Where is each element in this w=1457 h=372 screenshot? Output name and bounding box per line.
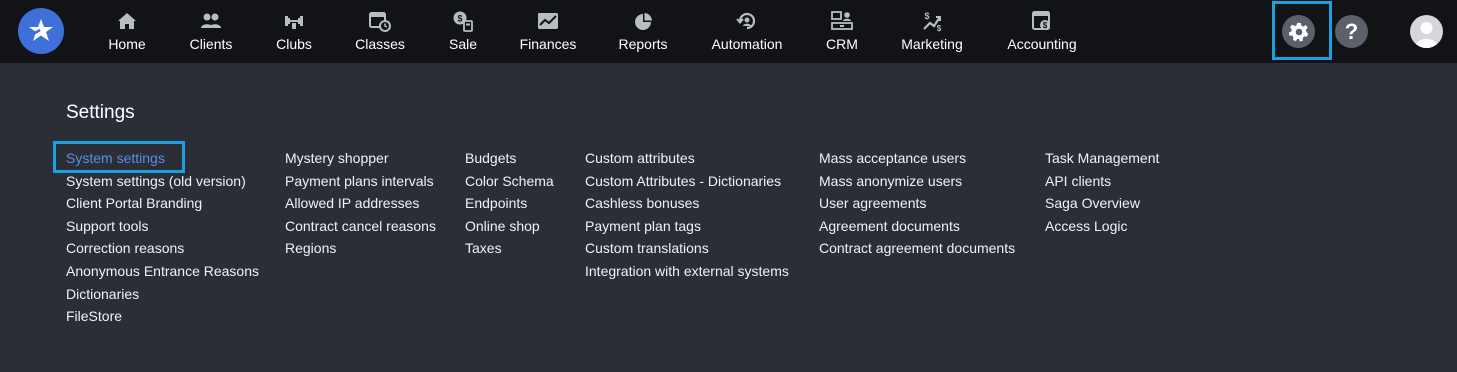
settings-link-mass-anonymize-users[interactable]: Mass anonymize users (819, 170, 1015, 193)
settings-link-online-shop[interactable]: Online shop (465, 215, 554, 238)
nav-item-automation[interactable]: Automation (710, 0, 784, 63)
settings-link-integration-external-systems[interactable]: Integration with external systems (585, 260, 789, 283)
settings-link-filestore[interactable]: FileStore (66, 305, 259, 328)
settings-link-task-management[interactable]: Task Management (1045, 147, 1159, 170)
settings-link-regions[interactable]: Regions (285, 237, 436, 260)
nav-label-crm: CRM (826, 36, 858, 52)
nav-label-finances: Finances (519, 36, 577, 52)
settings-link-custom-translations[interactable]: Custom translations (585, 237, 789, 260)
settings-link-client-portal-branding[interactable]: Client Portal Branding (66, 192, 259, 215)
settings-column-3: Budgets Color Schema Endpoints Online sh… (465, 147, 554, 260)
nav-item-classes[interactable]: Classes (355, 0, 405, 63)
home-icon (118, 13, 136, 29)
settings-title: Settings (66, 102, 135, 123)
settings-link-user-agreements[interactable]: User agreements (819, 192, 1015, 215)
settings-link-system-settings[interactable]: System settings (66, 147, 259, 170)
settings-link-mystery-shopper[interactable]: Mystery shopper (285, 147, 436, 170)
settings-link-payment-plans-intervals[interactable]: Payment plans intervals (285, 170, 436, 193)
app-logo-icon[interactable] (18, 8, 64, 54)
pie-chart-icon (635, 13, 652, 30)
settings-link-color-schema[interactable]: Color Schema (465, 170, 554, 193)
settings-link-access-logic[interactable]: Access Logic (1045, 215, 1159, 238)
clients-icon (201, 13, 221, 28)
nav-item-marketing[interactable]: $ $ Marketing (900, 0, 964, 63)
user-avatar-icon[interactable] (1410, 15, 1443, 48)
settings-link-agreement-documents[interactable]: Agreement documents (819, 215, 1015, 238)
nav-label-accounting: Accounting (1007, 36, 1077, 52)
settings-button[interactable] (1282, 15, 1315, 48)
nav-label-marketing: Marketing (901, 36, 963, 52)
settings-link-payment-plan-tags[interactable]: Payment plan tags (585, 215, 789, 238)
nav-label-home: Home (108, 36, 146, 52)
nav-label-automation: Automation (711, 36, 783, 52)
accounting-icon: $ (1032, 11, 1050, 30)
settings-column-4: Custom attributes Custom Attributes - Di… (585, 147, 789, 283)
clubs-icon (285, 16, 303, 29)
settings-link-custom-attributes[interactable]: Custom attributes (585, 147, 789, 170)
settings-column-2: Mystery shopper Payment plans intervals … (285, 147, 436, 260)
settings-column-6: Task Management API clients Saga Overvie… (1045, 147, 1159, 237)
help-icon: ? (1344, 18, 1359, 44)
nav-item-accounting[interactable]: $ Accounting (1006, 0, 1078, 63)
settings-link-allowed-ip-addresses[interactable]: Allowed IP addresses (285, 192, 436, 215)
settings-column-1: System settings System settings (old ver… (66, 147, 259, 328)
settings-link-correction-reasons[interactable]: Correction reasons (66, 237, 259, 260)
nav-item-crm[interactable]: CRM (826, 0, 858, 63)
settings-link-system-settings-old[interactable]: System settings (old version) (66, 170, 259, 193)
nav-label-reports: Reports (618, 36, 668, 52)
nav-item-finances[interactable]: Finances (519, 0, 577, 63)
nav-label-sale: Sale (448, 36, 478, 52)
nav-label-clubs: Clubs (276, 36, 312, 52)
help-button[interactable]: ? (1335, 15, 1368, 48)
svg-text:$: $ (937, 24, 942, 33)
sale-icon: $ (453, 11, 473, 32)
calendar-clock-icon (369, 12, 391, 32)
settings-column-5: Mass acceptance users Mass anonymize use… (819, 147, 1015, 260)
nav-item-home[interactable]: Home (106, 0, 148, 63)
settings-link-budgets[interactable]: Budgets (465, 147, 554, 170)
settings-link-cashless-bonuses[interactable]: Cashless bonuses (585, 192, 789, 215)
svg-text:$: $ (457, 14, 462, 24)
settings-link-contract-agreement-documents[interactable]: Contract agreement documents (819, 237, 1015, 260)
marketing-icon: $ $ (923, 11, 942, 33)
settings-link-contract-cancel-reasons[interactable]: Contract cancel reasons (285, 215, 436, 238)
settings-link-anonymous-entrance-reasons[interactable]: Anonymous Entrance Reasons (66, 260, 259, 283)
settings-link-dictionaries[interactable]: Dictionaries (66, 283, 259, 306)
settings-link-support-tools[interactable]: Support tools (66, 215, 259, 238)
gear-icon (1288, 22, 1308, 41)
nav-label-classes: Classes (355, 36, 405, 52)
svg-text:$: $ (1043, 21, 1048, 30)
nav-item-clients[interactable]: Clients (189, 0, 233, 63)
nav-item-reports[interactable]: Reports (618, 0, 668, 63)
automation-icon (736, 12, 756, 30)
settings-link-custom-attributes-dictionaries[interactable]: Custom Attributes - Dictionaries (585, 170, 789, 193)
top-navigation-bar: Home Clients Clubs Classes $ Sale Financ… (0, 0, 1457, 63)
nav-item-sale[interactable]: $ Sale (448, 0, 478, 63)
settings-link-taxes[interactable]: Taxes (465, 237, 554, 260)
settings-link-api-clients[interactable]: API clients (1045, 170, 1159, 193)
finances-chart-icon (538, 13, 558, 29)
nav-label-clients: Clients (189, 36, 233, 52)
crm-icon (831, 11, 853, 30)
settings-link-mass-acceptance-users[interactable]: Mass acceptance users (819, 147, 1015, 170)
svg-text:$: $ (924, 11, 929, 21)
settings-link-endpoints[interactable]: Endpoints (465, 192, 554, 215)
settings-link-saga-overview[interactable]: Saga Overview (1045, 192, 1159, 215)
nav-item-clubs[interactable]: Clubs (276, 0, 312, 63)
